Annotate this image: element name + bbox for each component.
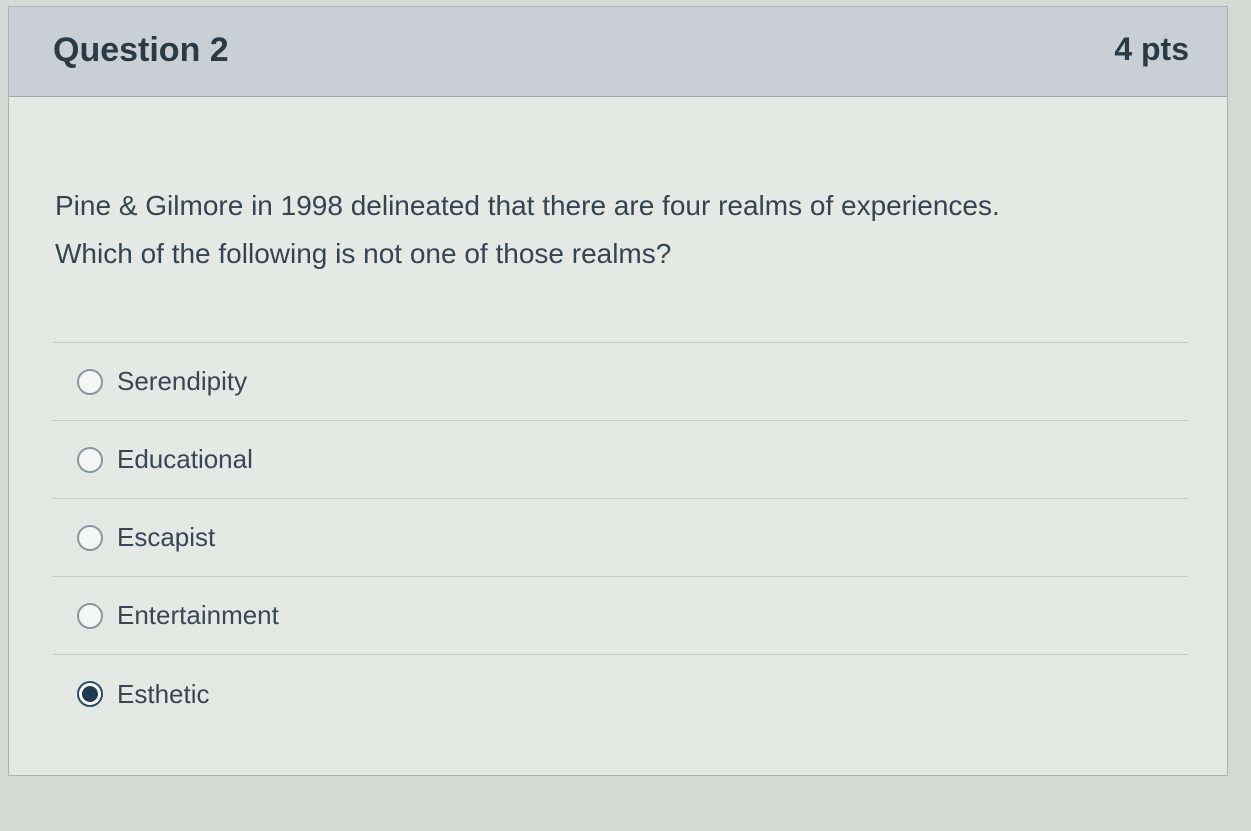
answer-option-entertainment[interactable]: Entertainment — [53, 577, 1188, 655]
question-title: Question 2 — [53, 31, 229, 69]
answer-option-serendipity[interactable]: Serendipity — [53, 343, 1188, 421]
question-points: 4 pts — [1114, 31, 1189, 67]
radio-button[interactable] — [77, 524, 103, 551]
answer-option-esthetic[interactable]: Esthetic — [53, 655, 1188, 733]
answer-label: Educational — [117, 444, 253, 474]
radio-button-selected[interactable] — [77, 681, 103, 707]
answer-option-escapist[interactable]: Escapist — [53, 499, 1188, 577]
radio-button[interactable] — [77, 446, 103, 473]
answer-label: Esthetic — [117, 678, 210, 709]
answer-list: Serendipity Educational Escapist Enterta… — [53, 342, 1188, 733]
answer-option-educational[interactable]: Educational — [53, 421, 1188, 499]
radio-button[interactable] — [77, 602, 103, 629]
question-text: Pine & Gilmore in 1998 delineated that t… — [55, 182, 1175, 278]
answer-label: Serendipity — [117, 366, 248, 396]
radio-button[interactable] — [77, 368, 103, 395]
question-text-line2: Which of the following is not one of tho… — [55, 238, 672, 269]
question-text-line1: Pine & Gilmore in 1998 delineated that t… — [55, 190, 1000, 221]
answer-label: Entertainment — [117, 600, 279, 630]
question-header: Question 2 4 pts — [9, 7, 1227, 97]
answer-label: Escapist — [117, 522, 216, 552]
question-card: Question 2 4 pts Pine & Gilmore in 1998 … — [8, 6, 1228, 776]
